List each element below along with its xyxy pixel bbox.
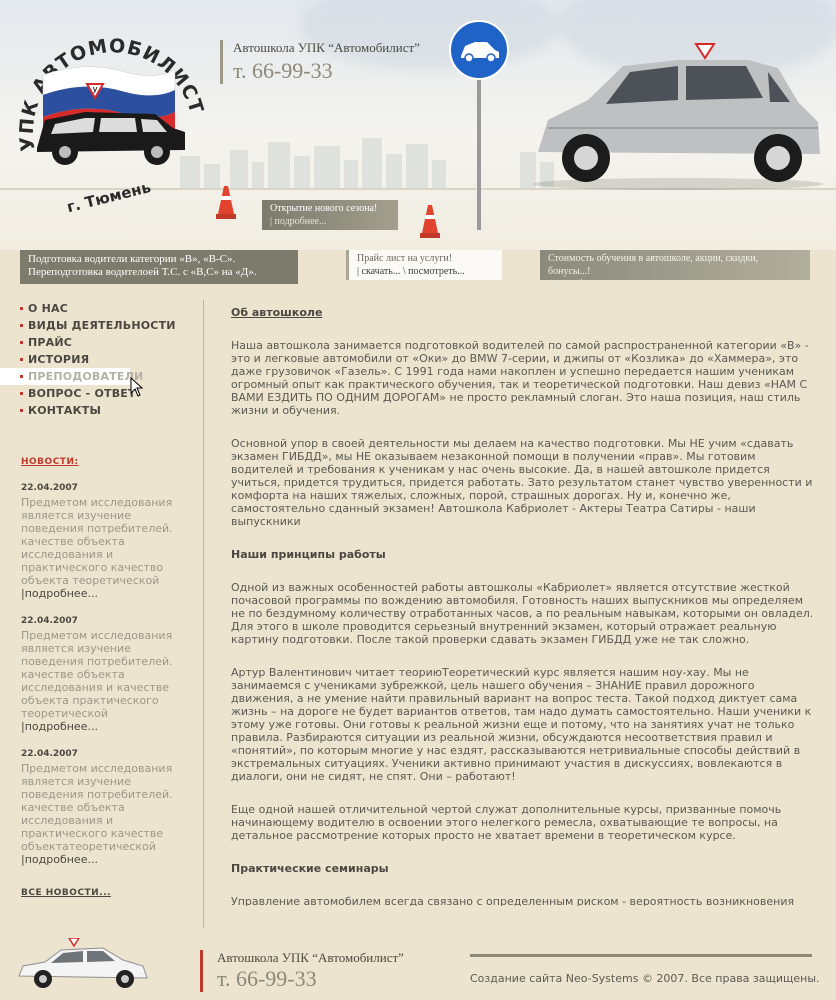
menu-item-contacts[interactable]: КОНТАКТЫ — [20, 402, 202, 419]
main-content: Об автошколе Наша автошкола занимается п… — [231, 306, 816, 906]
menu-item-activities[interactable]: ВИДЫ ДЕЯТЕЛЬНОСТИ — [20, 317, 202, 334]
road-sign-icon — [449, 20, 509, 230]
price-list-banner: Прайс лист на услуги! | скачать... \ пос… — [346, 250, 502, 280]
paragraph: Артур Валентинович читает теориюТеоретич… — [231, 666, 812, 783]
mouse-cursor-icon — [130, 377, 144, 397]
footer-contact: Автошкола УПК “Автомобилист” т. 66-99-33 — [200, 950, 404, 992]
logo[interactable]: УПК АВТОМОБИЛИСТ У г. Тюмень — [15, 20, 205, 220]
cost-banner-more-link[interactable]: | подробнее... — [548, 278, 802, 291]
season-promo-more-link[interactable]: | подробнее... — [270, 215, 390, 228]
site-header: УПК АВТОМОБИЛИСТ У г. Тюмень Автошкола У… — [0, 0, 836, 250]
school-name: Автошкола УПК “Автомобилист” — [233, 40, 420, 55]
season-promo[interactable]: Открытие нового сезона! | подробнее... — [262, 200, 398, 230]
main-menu: О НАС ВИДЫ ДЕЯТЕЛЬНОСТИ ПРАЙС ИСТОРИЯ ПР… — [0, 300, 202, 419]
news-text: Предметом исследования является изучение… — [21, 629, 173, 720]
section-heading: Практические семинары — [231, 862, 389, 875]
paragraph: Управление автомобилем всегда связано с … — [231, 895, 795, 906]
season-promo-title: Открытие нового сезона! — [270, 203, 378, 214]
news-date: 22.04.2007 — [21, 749, 78, 759]
footer-divider — [470, 954, 812, 957]
news-more-link[interactable]: |подробнее... — [21, 720, 181, 733]
site-footer: Автошкола УПК “Автомобилист” т. 66-99-33… — [0, 928, 836, 1000]
news-date: 22.04.2007 — [21, 483, 78, 493]
news-more-link[interactable]: |подробнее... — [21, 587, 181, 600]
news-date: 22.04.2007 — [21, 616, 78, 626]
menu-item-about[interactable]: О НАС — [20, 300, 202, 317]
copyright: Создание сайта Neo-Systems © 2007. Все п… — [470, 972, 820, 985]
menu-item-teachers[interactable]: ПРЕПОДОВАТЕЛИ — [0, 368, 143, 385]
menu-item-history[interactable]: ИСТОРИЯ — [20, 351, 202, 368]
menu-item-price[interactable]: ПРАЙС — [20, 334, 202, 351]
news-more-link[interactable]: |подробнее... — [21, 853, 181, 866]
column-divider — [203, 300, 204, 928]
footer-phone-number: т. 66-99-33 — [217, 966, 317, 991]
price-list-title: Прайс лист на услуги! — [357, 253, 453, 264]
categories-line2: Переподготовка водителоей Т.С. с «В,С» н… — [28, 266, 257, 278]
view-link[interactable]: \ посмотреть... — [403, 266, 465, 277]
news-heading: НОВОСТИ: — [21, 457, 79, 467]
section-heading: Наши принципы работы — [231, 548, 386, 561]
traffic-cone-icon — [420, 205, 440, 238]
categories-banner: Подготовка водители категории «В», «В-С»… — [20, 250, 298, 284]
traffic-cone-icon — [216, 186, 236, 219]
cost-banner-title: Стоимость обучения в автошколе, акции, с… — [548, 253, 759, 277]
cost-banner[interactable]: Стоимость обучения в автошколе, акции, с… — [540, 250, 810, 290]
news-item: 22.04.2007 Предметом исследования являет… — [21, 749, 181, 866]
phone-number: т. 66-99-33 — [233, 58, 333, 83]
footer-school-name: Автошкола УПК “Автомобилист” — [217, 950, 404, 965]
sidebar: О НАС ВИДЫ ДЕЯТЕЛЬНОСТИ ПРАЙС ИСТОРИЯ ПР… — [0, 300, 202, 898]
car-image — [18, 938, 148, 988]
news-item: 22.04.2007 Предметом исследования являет… — [21, 616, 181, 733]
page-title: Об автошколе — [231, 306, 323, 319]
news-text: Предметом исследования является изучение… — [21, 762, 173, 853]
menu-item-faq[interactable]: ВОПРОС - ОТВЕТ — [20, 385, 202, 402]
download-link[interactable]: | скачать... — [357, 266, 400, 277]
categories-line1: Подготовка водители категории «В», «В-С»… — [28, 253, 236, 265]
header-contact: Автошкола УПК “Автомобилист” т. 66-99-33 — [220, 40, 420, 84]
all-news-link[interactable]: ВСЕ НОВОСТИ... — [21, 888, 202, 898]
logo-city: г. Тюмень — [65, 178, 153, 216]
paragraph: Наша автошкола занимается подготовкой во… — [231, 339, 809, 417]
paragraph: Основной упор в своей деятельности мы де… — [231, 437, 813, 528]
logo-badge: У — [93, 86, 98, 95]
news-text: Предметом исследования является изучение… — [21, 496, 173, 587]
paragraph: Одной из важных особенностей работы авто… — [231, 581, 814, 646]
paragraph: Еще одной нашей отличительной чертой слу… — [231, 803, 782, 842]
news-item: 22.04.2007 Предметом исследования являет… — [21, 483, 181, 600]
car-image — [533, 43, 823, 190]
